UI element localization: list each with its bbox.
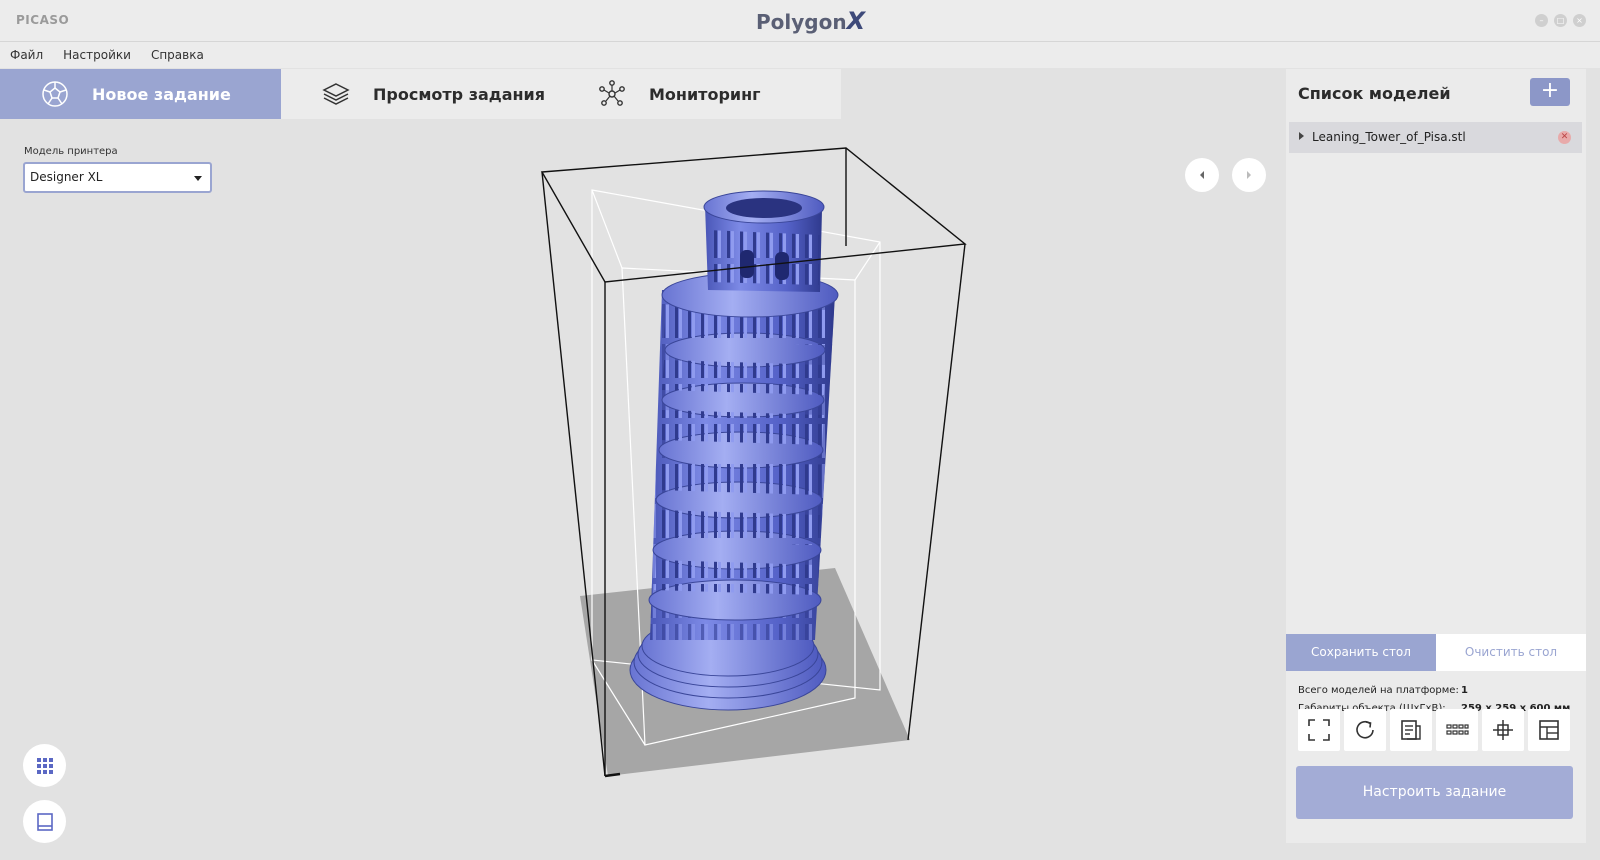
window-controls: – □ × — [1535, 14, 1586, 27]
app-title: PolygonX — [756, 7, 865, 35]
polyhedron-icon — [40, 79, 70, 109]
minimize-icon[interactable]: – — [1535, 14, 1548, 27]
expand-arrow-icon[interactable] — [1299, 132, 1304, 140]
crosshair-icon — [1493, 720, 1513, 740]
menu-bar: Файл Настройки Справка — [0, 42, 1600, 68]
save-table-button[interactable]: Сохранить стол — [1286, 634, 1436, 671]
printer-model-value: Designer XL — [30, 170, 103, 184]
arrange-grid-icon — [1446, 724, 1469, 735]
panel-title: Список моделей — [1298, 84, 1451, 103]
app-title-text: Polygon — [756, 10, 847, 34]
tab-label: Новое задание — [92, 84, 231, 104]
configure-job-button[interactable]: Настроить задание — [1296, 766, 1573, 819]
model-name: Leaning_Tower_of_Pisa.stl — [1312, 130, 1466, 144]
rotate-tool-button[interactable] — [1344, 709, 1386, 751]
build-plate-view-button[interactable] — [23, 800, 66, 843]
grid-icon — [36, 757, 53, 774]
tab-new-job[interactable]: Новое задание — [0, 69, 281, 119]
properties-tool-button[interactable] — [1390, 709, 1432, 751]
printer-model-label: Модель принтера — [24, 146, 118, 157]
rotate-icon — [1356, 720, 1374, 739]
plate-icon — [36, 812, 53, 831]
layout-tool-button[interactable] — [1528, 709, 1570, 751]
center-tool-button[interactable] — [1482, 709, 1524, 751]
layers-icon — [321, 79, 351, 109]
arrow-right-icon — [1247, 171, 1251, 179]
menu-help[interactable]: Справка — [151, 42, 214, 68]
menu-settings[interactable]: Настройки — [63, 42, 141, 68]
add-model-button[interactable]: + — [1530, 78, 1570, 106]
chevron-down-icon — [194, 176, 202, 181]
remove-model-icon[interactable]: ✕ — [1558, 131, 1571, 144]
grid-view-button[interactable] — [23, 744, 66, 787]
title-bar: PICASO PolygonX – □ × — [0, 0, 1600, 42]
network-icon — [597, 79, 627, 109]
view-next-button[interactable] — [1232, 158, 1266, 192]
maximize-icon[interactable]: □ — [1554, 14, 1567, 27]
main-tabs: Новое задание Просмотр задания Мониторин… — [0, 69, 841, 119]
model-count-value: 1 — [1461, 685, 1468, 696]
tab-label: Мониторинг — [649, 84, 761, 104]
tab-job-preview[interactable]: Просмотр задания — [281, 69, 553, 119]
models-panel: Список моделей + Leaning_Tower_of_Pisa.s… — [1286, 69, 1586, 843]
app-title-suffix: X — [846, 7, 866, 35]
tab-monitoring[interactable]: Мониторинг — [553, 69, 841, 119]
arrange-tool-button[interactable] — [1436, 709, 1478, 751]
model-list-item[interactable]: Leaning_Tower_of_Pisa.stl ✕ — [1289, 122, 1582, 153]
model-count-label: Всего моделей на платформе: — [1298, 685, 1459, 696]
table-layout-icon — [1539, 720, 1559, 740]
menu-file[interactable]: Файл — [10, 42, 53, 68]
view-prev-button[interactable] — [1185, 158, 1219, 192]
tab-label: Просмотр задания — [373, 84, 546, 104]
fit-icon — [1308, 719, 1330, 741]
printer-model-select[interactable]: Designer XL — [23, 162, 212, 193]
close-icon[interactable]: × — [1573, 14, 1586, 27]
arrow-left-icon — [1200, 171, 1204, 179]
viewport-3d[interactable] — [530, 140, 1000, 800]
model-count-info: Всего моделей на платформе: 1 — [1298, 685, 1468, 696]
scale-tool-button[interactable] — [1298, 709, 1340, 751]
clear-table-button[interactable]: Очистить стол — [1436, 634, 1586, 671]
document-icon — [1401, 720, 1421, 740]
toolbar — [1298, 709, 1570, 751]
brand-logo: PICASO — [16, 13, 70, 27]
